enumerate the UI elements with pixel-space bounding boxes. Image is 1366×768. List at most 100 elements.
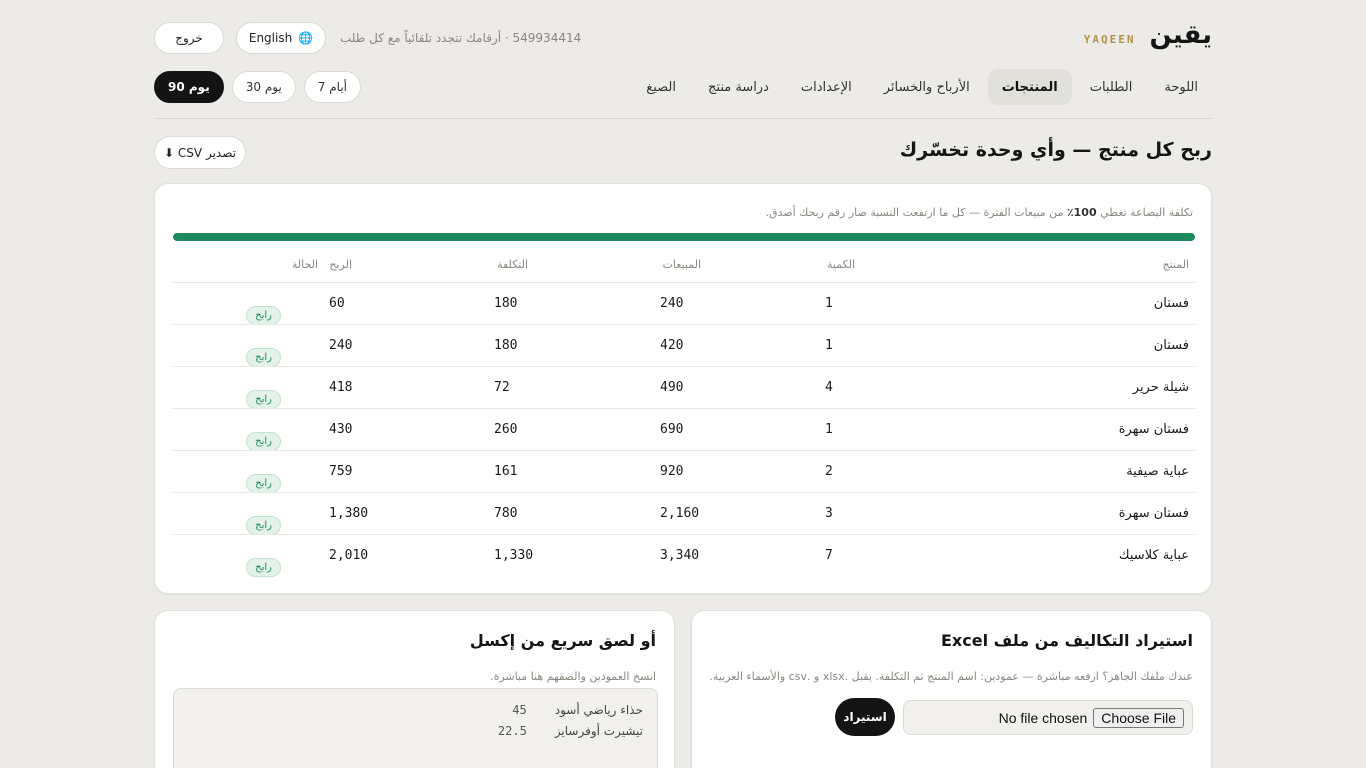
table-row[interactable]: فستان سهرة 3 2,160 780 1,380 رابح xyxy=(173,492,1195,535)
col-sales[interactable]: المبيعات xyxy=(663,258,701,271)
paste-subtitle: انسخ العمودين والصقهم هنا مباشرة. xyxy=(490,670,656,683)
header-actions: خروج English 🌐 549934414 · أرقامك تتجدد … xyxy=(154,22,581,54)
nav-product-study[interactable]: دراسة منتج xyxy=(694,69,783,105)
brand-name-ar: يقين xyxy=(1149,20,1213,50)
language-toggle-button[interactable]: English 🌐 xyxy=(236,22,326,54)
nav-label: اللوحة xyxy=(1164,79,1198,95)
nav-label: الأرباح والخسائر xyxy=(883,79,970,95)
table-row[interactable]: عباية صيفية 2 920 161 759 رابح xyxy=(173,450,1195,493)
product-profit-card: تكلفة البضاعة تغطي 100٪ من مبيعات الفترة… xyxy=(154,183,1212,594)
coverage-prefix: تكلفة البضاعة تغطي xyxy=(1100,206,1193,219)
cell-qty: 4 xyxy=(825,380,833,395)
cell-product: فستان سهرة xyxy=(1118,506,1189,521)
nav-label: الإعدادات xyxy=(800,79,852,95)
import-button-label: استيراد xyxy=(843,710,887,724)
coverage-note: تكلفة البضاعة تغطي 100٪ من مبيعات الفترة… xyxy=(766,206,1193,219)
table-header: المنتج الكمية المبيعات التكلفة الربح الح… xyxy=(173,258,1195,284)
table-row[interactable]: عباية كلاسيك 7 3,340 1,330 2,010 رابح xyxy=(173,534,1195,577)
paste-title: أو لصق سريع من إكسل xyxy=(469,631,656,650)
cell-cost: 72 xyxy=(494,380,510,395)
nav-formulas[interactable]: الصيغ xyxy=(632,69,690,105)
table-row[interactable]: فستان سهرة 1 690 260 430 رابح xyxy=(173,408,1195,451)
nav-products[interactable]: المنتجات xyxy=(987,69,1072,105)
range-label: 7 أيام xyxy=(317,80,347,94)
cell-product: فستان سهرة xyxy=(1118,422,1189,437)
cell-cost: 780 xyxy=(494,506,518,521)
cell-sales: 3,340 xyxy=(660,548,700,563)
logout-button[interactable]: خروج xyxy=(154,22,224,54)
cell-qty: 2 xyxy=(825,464,833,479)
status-badge-label: رابح xyxy=(246,558,281,577)
cell-profit: 418 xyxy=(329,380,353,395)
range-90-days[interactable]: 90 يوم xyxy=(154,71,224,103)
range-label: 90 يوم xyxy=(168,80,210,94)
import-button[interactable]: استيراد xyxy=(835,698,895,736)
table-row[interactable]: فستان 1 420 180 240 رابح xyxy=(173,324,1195,367)
nav-label: دراسة منتج xyxy=(708,79,769,95)
col-product[interactable]: المنتج xyxy=(1162,258,1189,271)
range-label: 30 يوم xyxy=(245,80,282,94)
import-title: استيراد التكاليف من ملف Excel xyxy=(940,631,1193,650)
cell-qty: 1 xyxy=(825,422,833,437)
cell-profit: 2,010 xyxy=(329,548,369,563)
cell-product: عباية كلاسيك xyxy=(1118,548,1189,563)
export-label: تصدير CSV ⬇ xyxy=(164,145,236,160)
cell-sales: 420 xyxy=(660,338,684,353)
export-csv-button[interactable]: تصدير CSV ⬇ xyxy=(154,136,246,169)
paste-textarea[interactable]: حذاء رياضي أسود 45 تيشيرت أوفرسايز 22.5 xyxy=(173,688,658,768)
cell-product: فستان xyxy=(1153,338,1189,353)
globe-icon: 🌐 xyxy=(298,31,314,45)
file-input[interactable]: No file chosen Choose File xyxy=(903,700,1193,735)
col-profit[interactable]: الربح xyxy=(329,258,352,271)
paste-line-name: حذاء رياضي أسود xyxy=(554,702,643,717)
nav-settings[interactable]: الإعدادات xyxy=(787,69,866,105)
choose-file-button[interactable]: Choose File xyxy=(1093,707,1184,728)
nav-label: المنتجات xyxy=(1001,79,1058,95)
coverage-percent: 100٪ xyxy=(1066,206,1097,219)
table-row[interactable]: فستان 1 240 180 60 رابح xyxy=(173,282,1195,325)
nav-profit-loss[interactable]: الأرباح والخسائر xyxy=(870,69,984,105)
cell-sales: 240 xyxy=(660,296,684,311)
col-cost[interactable]: التكلفة xyxy=(497,258,528,271)
paste-line-value: 22.5 xyxy=(497,723,527,738)
date-range-selector: 90 يوم 30 يوم 7 أيام xyxy=(154,71,361,103)
import-excel-card: استيراد التكاليف من ملف Excel عندك ملفك … xyxy=(691,610,1212,768)
cell-qty: 1 xyxy=(825,296,833,311)
status-badge-label: رابح xyxy=(246,390,281,409)
coverage-progress-fill xyxy=(173,233,1195,241)
cell-cost: 260 xyxy=(494,422,518,437)
cell-sales: 690 xyxy=(660,422,684,437)
paste-line: تيشيرت أوفرسايز 22.5 xyxy=(188,720,643,741)
paste-line-value: 45 xyxy=(512,702,527,717)
range-30-days[interactable]: 30 يوم xyxy=(231,71,296,103)
cell-cost: 1,330 xyxy=(494,548,534,563)
cell-cost: 180 xyxy=(494,296,518,311)
status-badge-label: رابح xyxy=(246,306,281,325)
table-row[interactable]: شيلة حرير 4 490 72 418 رابح xyxy=(173,366,1195,409)
cell-product: عباية صيفية xyxy=(1126,464,1189,479)
col-qty[interactable]: الكمية xyxy=(827,258,855,271)
cell-qty: 1 xyxy=(825,338,833,353)
brand-logo[interactable]: يقين YAQEEN xyxy=(1084,20,1212,50)
col-status[interactable]: الحالة xyxy=(292,258,318,271)
header-divider xyxy=(154,118,1212,119)
nav-dashboard[interactable]: اللوحة xyxy=(1150,69,1212,105)
brand-name-en: YAQEEN xyxy=(1083,33,1136,46)
no-file-label: No file chosen xyxy=(998,709,1088,726)
range-7-days[interactable]: 7 أيام xyxy=(303,71,361,103)
paste-line: حذاء رياضي أسود 45 xyxy=(188,699,643,720)
cell-qty: 7 xyxy=(825,548,833,563)
cell-profit: 759 xyxy=(329,464,353,479)
cell-sales: 920 xyxy=(660,464,684,479)
nav-orders[interactable]: الطلبات xyxy=(1076,69,1147,105)
status-badge-label: رابح xyxy=(246,432,281,451)
nav-label: الصيغ xyxy=(646,79,676,95)
header-tagline: 549934414 · أرقامك تتجدد تلقائياً مع كل … xyxy=(340,31,582,45)
coverage-progress-bar xyxy=(173,233,1195,241)
cell-profit: 1,380 xyxy=(329,506,369,521)
cell-profit: 240 xyxy=(329,338,353,353)
top-header: يقين YAQEEN خروج English 🌐 549934414 · أ… xyxy=(154,18,1212,58)
status-badge-label: رابح xyxy=(246,516,281,535)
nav-label: الطلبات xyxy=(1089,79,1133,95)
logout-label: خروج xyxy=(175,31,203,45)
